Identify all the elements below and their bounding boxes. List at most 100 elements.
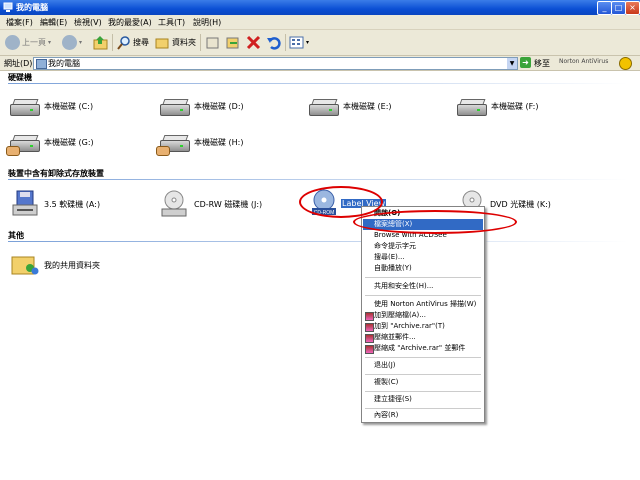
- drive-g[interactable]: 本機磁碟 (G:): [6, 132, 94, 156]
- folders-label: 資料夾: [172, 38, 196, 47]
- winrar-icon: [365, 334, 374, 343]
- section-hard-drives: 硬碟機: [8, 73, 32, 82]
- menu-view[interactable]: 檢視(V): [74, 17, 102, 28]
- section-divider: [8, 83, 628, 84]
- address-input[interactable]: 我的電腦 ▼: [33, 57, 518, 70]
- up-folder-icon: [93, 36, 108, 50]
- drive-label: 本機磁碟 (D:): [194, 101, 244, 111]
- shared-drive-icon: [156, 132, 190, 156]
- drive-h[interactable]: 本機磁碟 (H:): [156, 132, 244, 156]
- delete-button[interactable]: [246, 34, 261, 51]
- search-icon: [117, 36, 130, 50]
- drive-label: 本機磁碟 (H:): [194, 137, 244, 147]
- shared-drive-icon: [6, 132, 40, 156]
- folders-icon: [155, 38, 169, 49]
- search-button[interactable]: 搜尋: [116, 34, 149, 51]
- menu-bar: 檔案(F) 編輯(E) 檢視(V) 我的最愛(A) 工具(T) 說明(H): [0, 15, 640, 30]
- folder-label: 我的共用資料夾: [44, 260, 100, 270]
- shared-folder-icon: [11, 256, 39, 275]
- menu-item-eject[interactable]: 退出(J): [363, 360, 483, 371]
- winrar-icon: [365, 323, 374, 332]
- menu-tools[interactable]: 工具(T): [158, 17, 185, 28]
- shared-folder[interactable]: 我的共用資料夾: [10, 252, 100, 278]
- drive-label: 3.5 軟碟機 (A:): [44, 199, 101, 209]
- title-bar: 我的電腦 _ □ ×: [0, 0, 640, 15]
- drive-d[interactable]: 本機磁碟 (D:): [160, 96, 244, 116]
- menu-edit[interactable]: 編輯(E): [40, 17, 67, 28]
- hard-drive-icon: [309, 96, 339, 116]
- views-button[interactable]: ▾: [289, 34, 309, 51]
- menu-item-copy[interactable]: 複製(C): [363, 377, 483, 388]
- up-folder-button[interactable]: [93, 34, 108, 51]
- forward-arrow-icon: [62, 35, 77, 50]
- menu-item-command-prompt[interactable]: 命令提示字元: [363, 241, 483, 252]
- hard-drive-icon: [457, 96, 487, 116]
- norton-antivirus-label: Norton AntiVirus: [559, 58, 609, 65]
- address-value: 我的電腦: [48, 59, 80, 68]
- window-title: 我的電腦: [16, 3, 48, 12]
- annotation-circle: [353, 210, 517, 234]
- back-label: 上一頁: [22, 38, 46, 47]
- menu-favorites[interactable]: 我的最愛(A): [108, 17, 152, 28]
- copy-to-button[interactable]: [225, 34, 240, 51]
- cd-drive-icon: [161, 190, 187, 217]
- section-divider: [8, 241, 628, 242]
- folders-button[interactable]: 資料夾: [155, 34, 196, 51]
- back-arrow-icon: [5, 35, 20, 50]
- drive-label: 本機磁碟 (C:): [44, 101, 94, 111]
- maximize-button[interactable]: □: [611, 1, 626, 15]
- drive-label: 本機磁碟 (E:): [343, 101, 392, 111]
- menu-file[interactable]: 檔案(F): [6, 17, 33, 28]
- drive-label: 本機磁碟 (F:): [491, 101, 539, 111]
- drive-e[interactable]: 本機磁碟 (E:): [309, 96, 392, 116]
- context-menu: 開啟(O) 檔案總管(X) Browse with ACDSee 命令提示字元 …: [361, 206, 485, 423]
- undo-button[interactable]: [266, 34, 281, 51]
- menu-item-sharing[interactable]: 共用和安全性(H)...: [363, 281, 483, 292]
- menu-item-add-archive-rar[interactable]: 加到 "Archive.rar"(T): [363, 321, 483, 332]
- menu-item-properties[interactable]: 內容(R): [363, 410, 483, 421]
- drive-f[interactable]: 本機磁碟 (F:): [457, 96, 538, 116]
- drive-j[interactable]: CD-RW 磁碟機 (J:): [160, 190, 262, 218]
- menu-item-compress-email[interactable]: 壓縮並郵件...: [363, 332, 483, 343]
- annotation-circle: [299, 186, 383, 218]
- drive-a[interactable]: 3.5 軟碟機 (A:): [12, 190, 100, 218]
- toolbar: 上一頁 ▾ ▾ 搜尋 資料夾 ▾: [0, 30, 640, 56]
- address-label: 網址(D): [4, 59, 33, 68]
- section-removable-storage: 裝置中含有卸除式存放裝置: [8, 169, 104, 178]
- go-button[interactable]: 移至: [534, 58, 550, 69]
- search-label: 搜尋: [133, 38, 149, 47]
- menu-item-search[interactable]: 搜尋(E)...: [363, 252, 483, 263]
- delete-x-icon: [246, 35, 261, 50]
- back-button[interactable]: 上一頁 ▾: [5, 34, 51, 51]
- go-arrow-icon[interactable]: ➜: [520, 57, 531, 68]
- move-to-button[interactable]: [205, 34, 220, 51]
- computer-icon: [36, 59, 47, 69]
- menu-help[interactable]: 說明(H): [193, 17, 221, 28]
- computer-icon: [3, 2, 13, 12]
- section-divider: [8, 179, 628, 180]
- address-dropdown-button[interactable]: ▼: [507, 58, 517, 69]
- floppy-drive-icon: [12, 190, 38, 216]
- undo-icon: [267, 37, 281, 50]
- menu-item-create-shortcut[interactable]: 建立捷徑(S): [363, 394, 483, 405]
- close-button[interactable]: ×: [625, 1, 640, 15]
- share-hand-icon: [6, 146, 20, 156]
- drive-label: 本機磁碟 (G:): [44, 137, 94, 147]
- forward-button[interactable]: ▾: [62, 34, 82, 51]
- norton-icon[interactable]: [619, 57, 632, 70]
- minimize-button[interactable]: _: [597, 1, 612, 15]
- copy-to-icon: [226, 37, 239, 49]
- address-bar: 網址(D) 我的電腦 ▼ ➜ 移至 Norton AntiVirus: [0, 56, 640, 71]
- section-other: 其他: [8, 231, 24, 240]
- menu-item-norton-scan[interactable]: 使用 Norton AntiVirus 掃描(W): [363, 299, 483, 310]
- menu-item-autoplay[interactable]: 自動播放(Y): [363, 263, 483, 274]
- drive-c[interactable]: 本機磁碟 (C:): [10, 96, 93, 116]
- menu-item-compress-rar-email[interactable]: 壓縮成 "Archive.rar" 並郵件: [363, 343, 483, 354]
- winrar-icon: [365, 312, 374, 321]
- drive-label: CD-RW 磁碟機 (J:): [194, 199, 263, 209]
- menu-item-add-archive[interactable]: 加到壓縮檔(A)...: [363, 310, 483, 321]
- share-hand-icon: [156, 146, 170, 156]
- views-icon: [289, 36, 304, 49]
- hard-drive-icon: [10, 96, 40, 116]
- winrar-icon: [365, 345, 374, 354]
